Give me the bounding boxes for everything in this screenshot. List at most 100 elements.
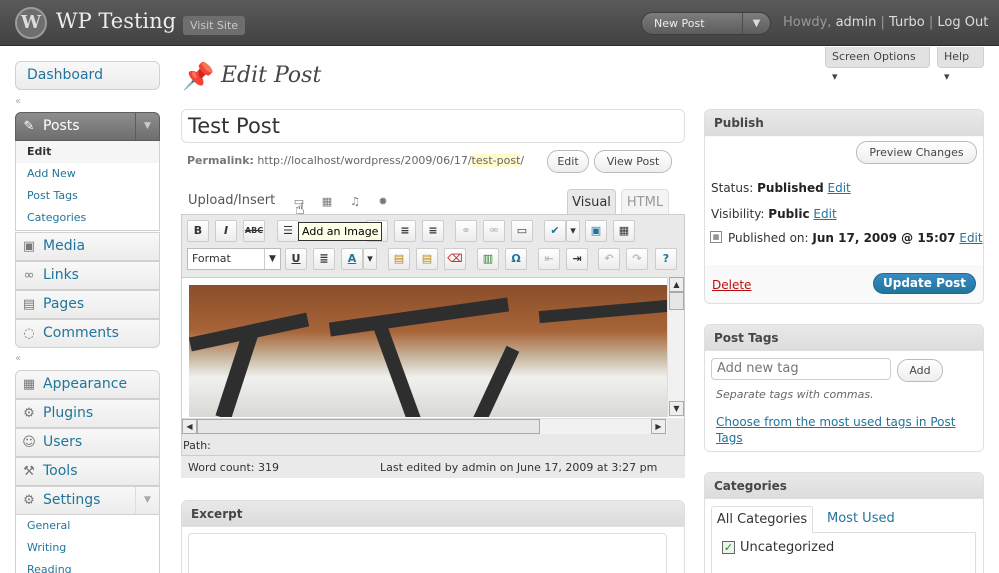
delete-post-link[interactable]: Delete bbox=[712, 278, 751, 292]
preview-changes-button[interactable]: Preview Changes bbox=[856, 141, 977, 164]
spellcheck-dropdown-icon[interactable]: ▾ bbox=[566, 220, 580, 242]
menu-settings-label[interactable]: Settings bbox=[43, 487, 100, 514]
menu-users-label[interactable]: Users bbox=[43, 429, 82, 456]
insert-more-icon[interactable]: ▭ bbox=[511, 220, 533, 242]
tab-most-used[interactable]: Most Used bbox=[827, 506, 895, 531]
align-center-button[interactable]: ≡ bbox=[394, 220, 416, 242]
scroll-thumb[interactable] bbox=[197, 419, 540, 434]
help-button[interactable]: Help ▾ bbox=[937, 47, 984, 83]
profile-link[interactable]: admin bbox=[836, 15, 877, 30]
visit-site-button[interactable]: Visit Site bbox=[183, 16, 246, 35]
format-select-value[interactable]: Format bbox=[192, 252, 231, 265]
post-image[interactable] bbox=[189, 285, 667, 417]
editor-horizontal-scrollbar[interactable]: ◀ ▶ bbox=[182, 418, 667, 434]
justify-button[interactable]: ≣ bbox=[313, 248, 335, 270]
editor-vertical-scrollbar[interactable]: ▲ ▼ bbox=[667, 277, 684, 417]
insert-link-icon[interactable]: ⚭ bbox=[455, 220, 477, 242]
paste-text-icon[interactable]: ▤ bbox=[388, 248, 410, 270]
indent-icon[interactable]: ⇥ bbox=[566, 248, 588, 270]
special-char-icon[interactable]: Ω bbox=[505, 248, 527, 270]
turbo-link[interactable]: Turbo bbox=[889, 15, 925, 30]
tag-cloud-link[interactable]: Choose from the most used tags in Post T… bbox=[716, 414, 976, 446]
submenu-add-new[interactable]: Add New bbox=[16, 163, 159, 185]
edit-visibility-link[interactable]: Edit bbox=[813, 207, 836, 221]
italic-button[interactable]: I bbox=[215, 220, 237, 242]
menu-links[interactable]: ∞ Links bbox=[15, 261, 160, 290]
menu-pages[interactable]: ▤ Pages bbox=[15, 290, 160, 319]
redo-icon[interactable]: ↷ bbox=[626, 248, 648, 270]
permalink-slug[interactable]: test-post bbox=[471, 154, 521, 167]
logout-link[interactable]: Log Out bbox=[937, 15, 988, 30]
tab-visual[interactable]: Visual bbox=[567, 189, 616, 215]
edit-status-link[interactable]: Edit bbox=[828, 181, 851, 195]
excerpt-textarea[interactable] bbox=[188, 533, 667, 573]
text-color-dropdown-icon[interactable]: ▾ bbox=[363, 248, 377, 270]
submenu-general[interactable]: General bbox=[16, 515, 159, 537]
align-right-button[interactable]: ≡ bbox=[422, 220, 444, 242]
submenu-post-tags[interactable]: Post Tags bbox=[16, 185, 159, 207]
menu-pages-label[interactable]: Pages bbox=[43, 291, 84, 318]
new-post-label[interactable]: New Post bbox=[654, 17, 705, 30]
scroll-up-icon[interactable]: ▲ bbox=[669, 277, 684, 292]
menu-comments-label[interactable]: Comments bbox=[43, 320, 119, 347]
category-checkbox[interactable]: ✓ bbox=[722, 541, 735, 554]
submenu-edit[interactable]: Edit bbox=[16, 141, 159, 163]
edit-permalink-button[interactable]: Edit bbox=[547, 150, 589, 173]
remove-format-icon[interactable]: ⌫ bbox=[444, 248, 466, 270]
menu-posts-label[interactable]: Posts bbox=[43, 113, 80, 140]
unlink-icon[interactable]: ⚮ bbox=[483, 220, 505, 242]
fullscreen-icon[interactable]: ▣ bbox=[585, 220, 607, 242]
scroll-thumb[interactable] bbox=[669, 292, 684, 310]
menu-tools-label[interactable]: Tools bbox=[43, 458, 78, 485]
underline-button[interactable]: U bbox=[285, 248, 307, 270]
add-audio-icon[interactable]: ♫ bbox=[348, 195, 362, 209]
menu-media-label[interactable]: Media bbox=[43, 233, 85, 260]
menu-links-label[interactable]: Links bbox=[43, 262, 79, 289]
outdent-icon[interactable]: ⇤ bbox=[538, 248, 560, 270]
text-color-icon[interactable]: A bbox=[341, 248, 363, 270]
menu-toggle-icon[interactable]: ▼ bbox=[135, 113, 159, 140]
menu-media[interactable]: ▣ Media bbox=[15, 232, 160, 261]
menu-toggle-icon[interactable]: ▼ bbox=[135, 487, 159, 514]
submenu-reading[interactable]: Reading bbox=[16, 559, 159, 573]
wordpress-logo-icon[interactable]: W bbox=[15, 7, 47, 39]
scroll-left-icon[interactable]: ◀ bbox=[182, 419, 197, 434]
submenu-categories[interactable]: Categories bbox=[16, 207, 159, 229]
menu-settings[interactable]: ⚙ Settings ▼ bbox=[15, 486, 160, 515]
add-tag-button[interactable]: Add bbox=[897, 359, 943, 382]
scroll-right-icon[interactable]: ▶ bbox=[651, 419, 666, 434]
chevron-down-icon[interactable]: ▼ bbox=[264, 249, 280, 269]
menu-tools[interactable]: ⚒ Tools bbox=[15, 457, 160, 486]
categories-title[interactable]: Categories bbox=[705, 473, 983, 499]
menu-appearance-label[interactable]: Appearance bbox=[43, 371, 127, 398]
post-title-input[interactable]: Test Post bbox=[181, 109, 685, 143]
strikethrough-button[interactable]: ABC bbox=[243, 220, 265, 242]
paste-word-icon[interactable]: ▤ bbox=[416, 248, 438, 270]
tab-all-categories[interactable]: All Categories bbox=[711, 506, 813, 533]
kitchen-sink-icon[interactable]: ▦ bbox=[613, 220, 635, 242]
site-title[interactable]: WP Testing bbox=[56, 9, 176, 33]
chevron-down-icon[interactable]: ▼ bbox=[742, 13, 770, 34]
update-post-button[interactable]: Update Post bbox=[873, 273, 976, 294]
edit-timestamp-link[interactable]: Edit bbox=[959, 231, 982, 245]
menu-posts[interactable]: ✎ Posts ▼ bbox=[15, 112, 160, 141]
menu-dashboard[interactable]: Dashboard bbox=[15, 61, 160, 90]
bold-button[interactable]: B bbox=[187, 220, 209, 242]
menu-plugins[interactable]: ⚙ Plugins bbox=[15, 399, 160, 428]
new-tag-input[interactable]: Add new tag bbox=[711, 358, 891, 380]
menu-plugins-label[interactable]: Plugins bbox=[43, 400, 93, 427]
bullet-list-button[interactable]: ☰ bbox=[277, 220, 299, 242]
view-post-button[interactable]: View Post bbox=[594, 150, 672, 173]
post-tags-title[interactable]: Post Tags bbox=[705, 325, 983, 351]
category-label[interactable]: Uncategorized bbox=[740, 540, 834, 555]
help-icon[interactable]: ? bbox=[655, 248, 677, 270]
menu-users[interactable]: ☺ Users bbox=[15, 428, 160, 457]
excerpt-title[interactable]: Excerpt bbox=[182, 501, 684, 527]
favorite-actions-new-post[interactable]: New Post ▼ bbox=[641, 12, 771, 35]
tab-html[interactable]: HTML bbox=[621, 189, 669, 215]
undo-icon[interactable]: ↶ bbox=[598, 248, 620, 270]
format-select[interactable]: Format ▼ bbox=[187, 248, 281, 270]
submenu-writing[interactable]: Writing bbox=[16, 537, 159, 559]
screen-options-button[interactable]: Screen Options ▾ bbox=[825, 47, 930, 83]
scroll-down-icon[interactable]: ▼ bbox=[669, 401, 684, 416]
